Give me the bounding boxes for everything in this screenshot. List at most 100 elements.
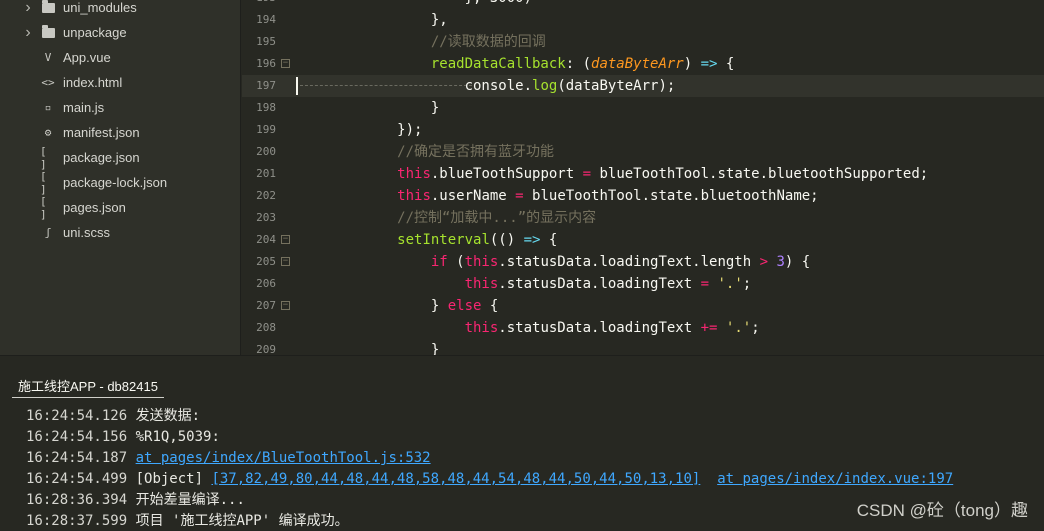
log-source-link[interactable]: at pages/index/BlueToothTool.js:532 [136,450,431,466]
file-tree-label: unpackage [63,25,127,40]
log-source-link[interactable]: [37,82,49,80,44,48,44,48,58,48,44,54,48,… [211,471,700,487]
line-number: 204 [256,233,276,246]
chevron-right-icon[interactable]: › [22,0,34,17]
log-timestamp: 16:28:36.394 [26,492,128,508]
console-log-row: 16:24:54.126 发送数据: [26,406,200,427]
fold-toggle-icon[interactable]: − [281,59,290,68]
code-text: } [296,100,440,116]
fold-toggle-icon[interactable]: − [281,257,290,266]
log-timestamp: 16:24:54.156 [26,429,128,445]
code-line[interactable]: 199 }); [242,119,1044,141]
file-tree-label: manifest.json [63,125,140,140]
line-number: 200 [256,145,276,158]
chevron-right-icon[interactable]: › [22,24,34,42]
code-line[interactable]: 209 } [242,339,1044,355]
line-number: 203 [256,211,276,224]
file-tree-label: package-lock.json [63,175,168,190]
file-tree-item[interactable]: [ ] pages.json [0,194,240,221]
file-tree-item[interactable]: ʃ uni.scss [0,220,240,245]
fold-toggle-icon[interactable]: − [281,235,290,244]
code-text: //控制“加载中...”的显示内容 [296,210,597,226]
console-tab[interactable]: 施工线控APP - db82415 [12,376,164,398]
line-number: 194 [256,13,276,26]
line-number: 198 [256,101,276,114]
file-explorer: › uni_modules › unpackage V App.vue <> index.ht… [0,0,241,355]
vue-file-icon: V [44,51,52,64]
code-text: //读取数据的回调 [296,34,546,50]
folder-icon [40,24,56,38]
file-tree-label: pages.json [63,200,126,215]
file-tree-label: uni.scss [63,225,110,240]
code-line[interactable]: 198 } [242,97,1044,119]
code-line[interactable]: 205− if (this.statusData.loadingText.len… [242,251,1044,273]
file-tree-label: App.vue [63,50,111,65]
code-line[interactable]: 208 this.statusData.loadingText += '.'; [242,317,1044,339]
console-log-row: 16:28:36.394 开始差量编译... [26,490,245,511]
scss-file-icon: ʃ [44,226,52,239]
code-line[interactable]: 196− readDataCallback: (dataByteArr) => … [242,53,1044,75]
file-tree-label: package.json [63,150,140,165]
json-file-icon: [ ] [40,144,47,171]
code-line[interactable]: 207− } else { [242,295,1044,317]
file-tree-item[interactable]: › uni_modules [0,0,240,20]
log-message: [Object] [127,471,212,487]
line-number: 199 [256,123,276,136]
file-tree-item[interactable]: <> index.html [0,70,240,95]
code-text: }); [296,122,423,138]
code-text: }, 3000) [296,0,532,9]
file-tree-label: uni_modules [63,0,137,15]
json-file-icon: [ ] [40,194,47,221]
code-text: this.blueToothSupport = blueToothTool.st… [397,166,929,182]
log-timestamp: 16:24:54.499 [26,471,128,487]
log-timestamp: 16:24:54.126 [26,408,128,424]
code-text: //确定是否拥有蓝牙功能 [296,144,555,160]
file-tree-item[interactable]: ⚙ manifest.json [0,120,240,145]
log-source-link[interactable]: at pages/index/index.vue:197 [717,471,953,487]
console-log-row: 16:28:37.599 项目 '施工线控APP' 编译成功。 [26,511,349,531]
code-text: if (this.statusData.loadingText.length >… [430,254,811,270]
log-message: 开始差量编译... [127,492,245,508]
code-editor[interactable]: 193 }, 3000)194 },195 //读取数据的回调196− read… [242,0,1044,355]
code-line[interactable]: 200 //确定是否拥有蓝牙功能 [242,141,1044,163]
line-number: 195 [256,35,276,48]
code-line[interactable]: 194 }, [242,9,1044,31]
code-text: } else { [296,298,499,314]
line-number: 197 [256,79,276,92]
log-message: %R1Q,5039: [127,429,220,445]
file-tree-label: main.js [63,100,105,115]
log-timestamp: 16:24:54.187 [26,450,128,466]
code-text: this.statusData.loadingText = '.'; [464,276,752,292]
code-line[interactable]: 193 }, 3000) [242,0,1044,9]
file-tree-item[interactable]: V App.vue [0,45,240,70]
code-line[interactable]: 203 //控制“加载中...”的显示内容 [242,207,1044,229]
file-tree-item[interactable]: ▫ main.js [0,95,240,120]
code-line[interactable]: 195 //读取数据的回调 [242,31,1044,53]
console-log-row: 16:24:54.187 at pages/index/BlueToothToo… [26,448,431,469]
line-number: 202 [256,189,276,202]
log-message [700,471,717,487]
code-line[interactable]: 202 this.userName = blueToothTool.state.… [242,185,1044,207]
code-text: setInterval(() => { [397,232,558,248]
manifest-file-icon: ⚙ [44,126,52,139]
code-text: this.userName = blueToothTool.state.blue… [397,188,819,204]
code-text: this.statusData.loadingText += '.'; [464,320,760,336]
code-line[interactable]: 201 this.blueToothSupport = blueToothToo… [242,163,1044,185]
line-number: 208 [256,321,276,334]
log-message: 发送数据: [127,408,201,424]
console-log-row: 16:24:54.499 [Object] [37,82,49,80,44,48… [26,469,953,490]
file-tree-item[interactable]: › unpackage [0,20,240,45]
code-line[interactable]: 206 this.statusData.loadingText = '.'; [242,273,1044,295]
log-message: 项目 '施工线控APP' 编译成功。 [127,513,349,529]
fold-toggle-icon[interactable]: − [281,301,290,310]
line-number: 205 [256,255,276,268]
code-text: }, [296,12,448,28]
code-text: console.log(dataByteArr); [296,78,676,94]
watermark: CSDN @砼（tong）趣 [856,501,1028,520]
console-log-row: 16:24:54.156 %R1Q,5039: [26,427,220,448]
file-tree-item[interactable]: [ ] package-lock.json [0,169,240,196]
code-line[interactable]: 204− setInterval(() => { [242,229,1044,251]
code-line[interactable]: 197 console.log(dataByteArr); [242,75,1044,97]
json-file-icon: [ ] [40,169,47,196]
line-number: 206 [256,277,276,290]
file-tree-item[interactable]: [ ] package.json [0,144,240,171]
